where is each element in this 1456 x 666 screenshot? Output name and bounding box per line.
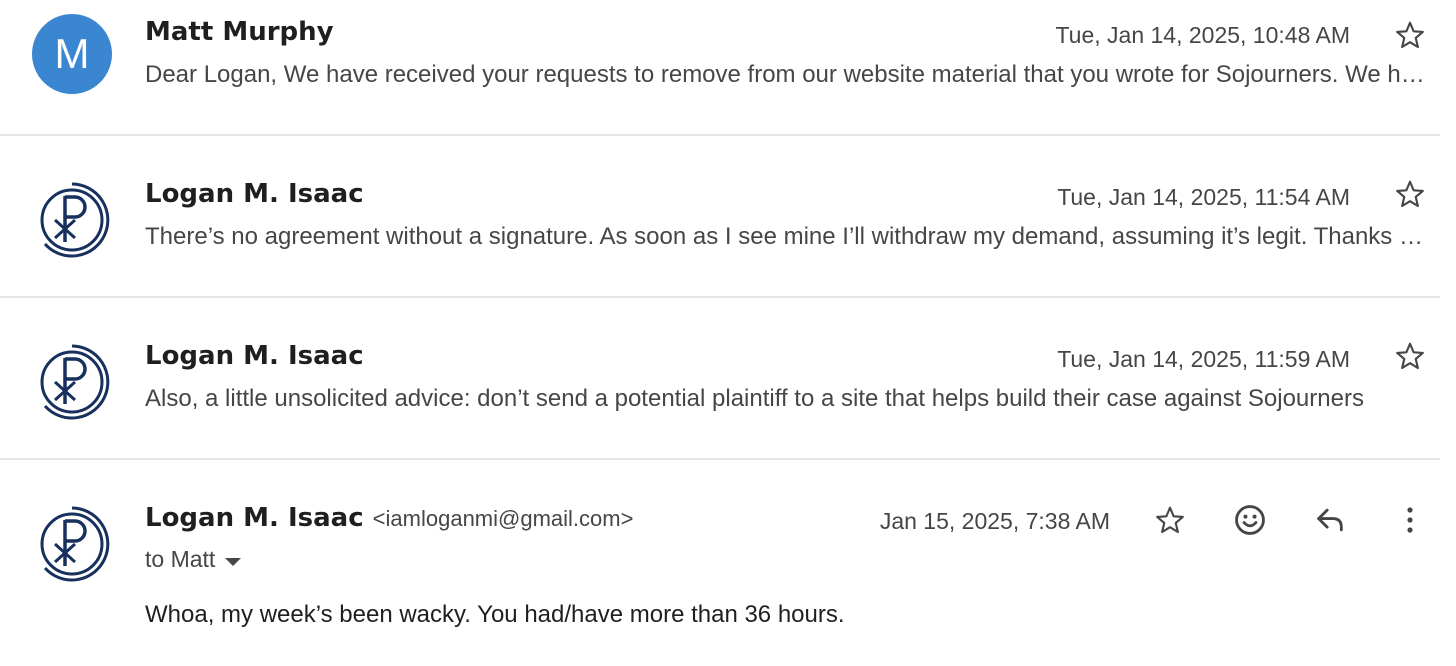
message-date: Tue, Jan 14, 2025, 11:54 AM: [1057, 184, 1350, 210]
sender-name: Matt Murphy: [145, 17, 334, 47]
sender-email[interactable]: <iamloganmi@gmail.com>: [373, 506, 634, 531]
message-date: Tue, Jan 14, 2025, 10:48 AM: [1055, 22, 1350, 48]
avatar-letter: M: [54, 30, 90, 77]
sender-name: Logan M. Isaac: [145, 341, 364, 371]
star-icon[interactable]: [1390, 336, 1430, 376]
recipient-label: to Matt: [145, 546, 216, 572]
sender-name: Logan M. Isaac: [145, 179, 364, 209]
message-date: Tue, Jan 14, 2025, 11:59 AM: [1057, 346, 1350, 372]
message-snippet: Also, a little unsolicited advice: don’t…: [145, 385, 1364, 412]
email-thread: M Matt Murphy Tue, Jan 14, 2025, 10:48 A…: [0, 0, 1456, 666]
expanded-message: Logan M. Isaac <iamloganmi@gmail.com> Ja…: [0, 460, 1456, 666]
avatar[interactable]: M: [32, 14, 112, 94]
emoji-icon[interactable]: [1230, 500, 1270, 540]
chi-rho-logo-icon[interactable]: [32, 180, 112, 260]
recipient-dropdown[interactable]: to Matt: [145, 546, 242, 573]
message-snippet: Dear Logan, We have received your reques…: [145, 61, 1425, 88]
reply-icon[interactable]: [1310, 500, 1350, 540]
message-date: Jan 15, 2025, 7:38 AM: [879, 508, 1110, 534]
sender-name[interactable]: Logan M. Isaac: [145, 503, 364, 533]
more-vert-icon[interactable]: [1390, 500, 1430, 540]
collapsed-message[interactable]: Logan M. Isaac Tue, Jan 14, 2025, 11:59 …: [0, 298, 1456, 458]
chi-rho-logo-icon[interactable]: [32, 504, 112, 584]
message-snippet: There’s no agreement without a signature…: [145, 223, 1425, 250]
sender-header: Logan M. Isaac <iamloganmi@gmail.com>: [145, 503, 633, 533]
message-body: Whoa, my week’s been wacky. You had/have…: [145, 601, 845, 628]
caret-down-icon: [225, 557, 242, 566]
collapsed-message[interactable]: Logan M. Isaac Tue, Jan 14, 2025, 11:54 …: [0, 136, 1456, 296]
star-icon[interactable]: [1150, 500, 1190, 540]
star-icon[interactable]: [1390, 15, 1430, 55]
collapsed-message[interactable]: M Matt Murphy Tue, Jan 14, 2025, 10:48 A…: [0, 0, 1456, 134]
star-icon[interactable]: [1390, 174, 1430, 214]
chi-rho-logo-icon[interactable]: [32, 342, 112, 422]
